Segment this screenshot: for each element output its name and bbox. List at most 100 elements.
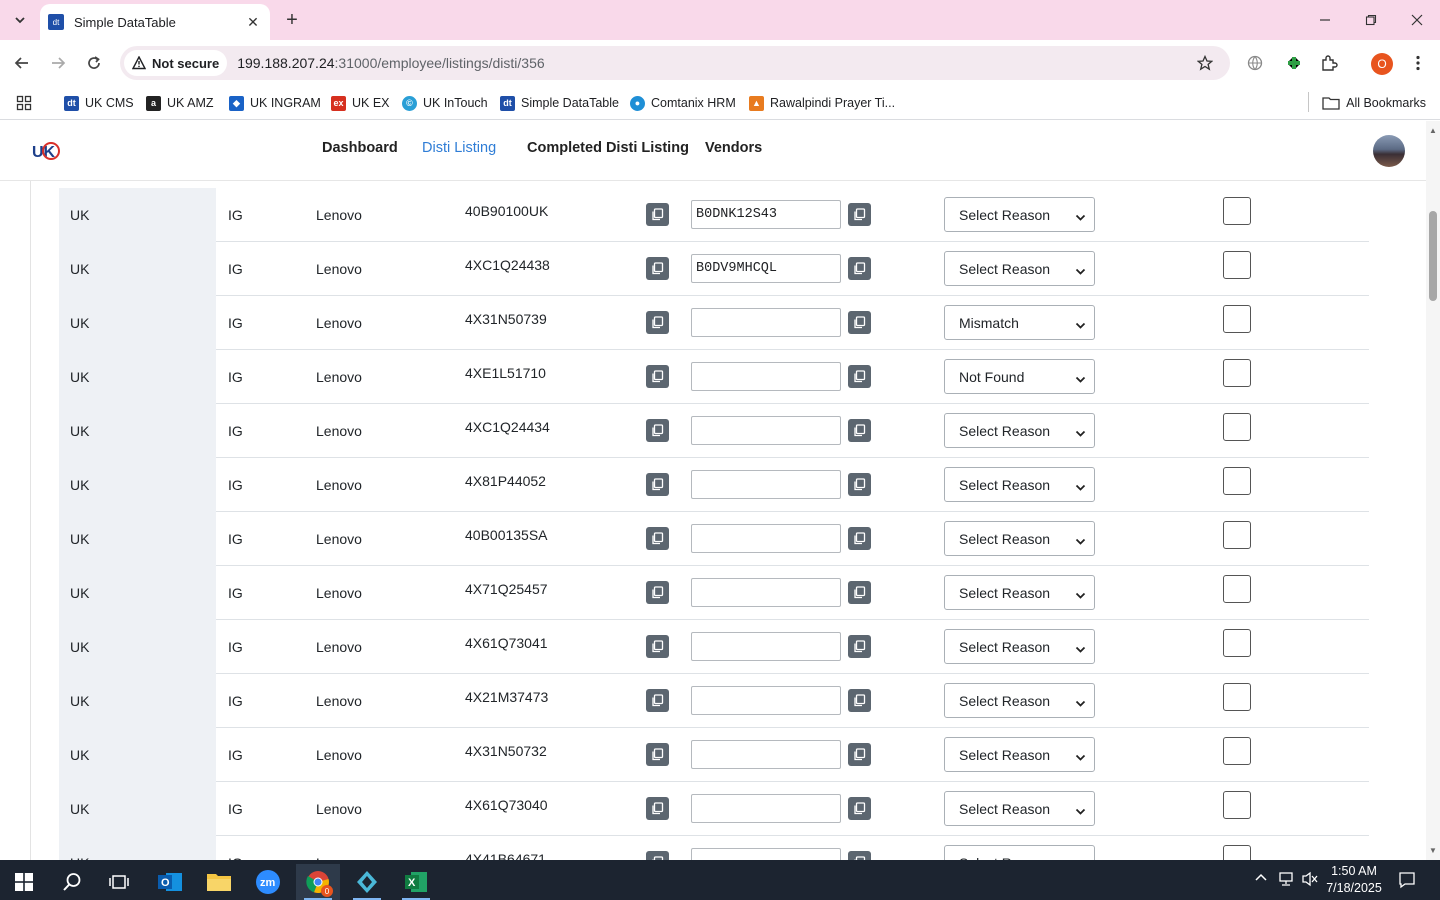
reason-select[interactable]: Select Reason [944,197,1095,232]
row-checkbox[interactable] [1223,359,1251,387]
reason-select[interactable]: Select Reason [944,521,1095,556]
notification-icon[interactable] [1398,871,1416,892]
reason-select[interactable]: Not Found [944,359,1095,394]
reason-select[interactable]: Select Reason [944,413,1095,448]
excel-icon[interactable]: X [394,864,438,900]
copy-sku-button[interactable] [646,419,669,442]
all-bookmarks[interactable]: All Bookmarks [1322,92,1426,114]
new-tab-button[interactable]: + [280,8,304,32]
bookmark-uk-ex[interactable]: ex UK EX [331,92,390,114]
volume-muted-icon[interactable] [1301,871,1319,890]
copy-asin-button[interactable] [848,581,871,604]
search-icon[interactable] [50,864,94,900]
reason-select[interactable]: Select Reason [944,467,1095,502]
reason-select[interactable]: Select Reason [944,683,1095,718]
zoom-icon[interactable]: zm [246,864,290,900]
bookmark-uk-intouch[interactable]: © UK InTouch [402,92,488,114]
reason-select[interactable]: Select Reason [944,575,1095,610]
asin-input[interactable] [691,416,841,445]
asin-input[interactable] [691,686,841,715]
outlook-icon[interactable]: O [148,864,192,900]
nav-disti-listing[interactable]: Disti Listing [422,140,496,156]
row-checkbox[interactable] [1223,251,1251,279]
uk-logo-icon[interactable]: UK [32,139,60,163]
show-hidden-icons-icon[interactable] [1254,871,1268,888]
copy-sku-button[interactable] [646,689,669,712]
file-explorer-icon[interactable] [197,864,241,900]
row-checkbox[interactable] [1223,521,1251,549]
copy-sku-button[interactable] [646,257,669,280]
row-checkbox[interactable] [1223,737,1251,765]
copy-sku-button[interactable] [646,581,669,604]
asin-input[interactable] [691,848,841,860]
copy-asin-button[interactable] [848,689,871,712]
copy-asin-button[interactable] [848,635,871,658]
copy-asin-button[interactable] [848,203,871,226]
asin-input[interactable] [691,470,841,499]
bookmark-uk-amz[interactable]: a UK AMZ [146,92,214,114]
copy-sku-button[interactable] [646,365,669,388]
nav-completed-disti-listing[interactable]: Completed Disti Listing [527,140,689,156]
close-tab-icon[interactable]: ✕ [244,13,262,31]
back-icon[interactable] [8,49,36,77]
row-checkbox[interactable] [1223,197,1251,225]
taskbar-clock[interactable]: 1:50 AM 7/18/2025 [1318,863,1390,897]
minimize-icon[interactable] [1313,8,1337,32]
copy-sku-button[interactable] [646,743,669,766]
reload-icon[interactable] [80,49,108,77]
chrome-icon[interactable]: 0 [296,864,340,900]
copy-asin-button[interactable] [848,311,871,334]
reason-select[interactable]: Select Reason [944,845,1095,860]
reason-select[interactable]: Select Reason [944,791,1095,826]
bookmark-uk-cms[interactable]: dt UK CMS [64,92,134,114]
asin-input[interactable] [691,200,841,229]
row-checkbox[interactable] [1223,305,1251,333]
bookmark-uk-ingram[interactable]: ◆ UK INGRAM [229,92,321,114]
site-security-chip[interactable]: Not secure [124,50,228,76]
browser-tab[interactable]: dt Simple DataTable ✕ [40,4,270,40]
extension-puzzle-green-icon[interactable] [1282,51,1306,75]
task-view-icon[interactable] [97,864,141,900]
reason-select[interactable]: Select Reason [944,251,1095,286]
forward-icon[interactable] [44,49,72,77]
copy-asin-button[interactable] [848,419,871,442]
asin-input[interactable] [691,740,841,769]
asin-input[interactable] [691,524,841,553]
user-avatar[interactable] [1373,135,1405,167]
copy-asin-button[interactable] [848,527,871,550]
scroll-thumb[interactable] [1429,211,1437,301]
row-checkbox[interactable] [1223,629,1251,657]
copy-asin-button[interactable] [848,473,871,496]
row-checkbox[interactable] [1223,791,1251,819]
asin-input[interactable] [691,632,841,661]
bookmark-comtanix-hrm[interactable]: ● Comtanix HRM [630,92,736,114]
bookmark-rawalpindi-prayer[interactable]: ▲ Rawalpindi Prayer Ti... [749,92,895,114]
copy-asin-button[interactable] [848,365,871,388]
asin-input[interactable] [691,254,841,283]
row-checkbox[interactable] [1223,683,1251,711]
copy-sku-button[interactable] [646,851,669,860]
reason-select[interactable]: Mismatch [944,305,1095,340]
translate-globe-icon[interactable] [1243,51,1267,75]
copy-sku-button[interactable] [646,473,669,496]
copy-asin-button[interactable] [848,257,871,280]
copy-asin-button[interactable] [848,743,871,766]
scroll-down-icon[interactable]: ▼ [1428,845,1438,855]
asin-input[interactable] [691,308,841,337]
row-checkbox[interactable] [1223,575,1251,603]
reason-select[interactable]: Select Reason [944,737,1095,772]
url-text[interactable]: 199.188.207.24:31000/employee/listings/d… [237,55,544,71]
row-checkbox[interactable] [1223,467,1251,495]
asin-input[interactable] [691,794,841,823]
row-checkbox[interactable] [1223,413,1251,441]
copy-sku-button[interactable] [646,797,669,820]
asin-input[interactable] [691,578,841,607]
nav-dashboard[interactable]: Dashboard [322,140,398,156]
copy-asin-button[interactable] [848,797,871,820]
close-window-icon[interactable] [1405,8,1429,32]
browser-menu-icon[interactable] [1406,51,1430,75]
copy-sku-button[interactable] [646,203,669,226]
asin-input[interactable] [691,362,841,391]
copy-sku-button[interactable] [646,635,669,658]
address-bar[interactable]: Not secure 199.188.207.24:31000/employee… [120,46,1230,80]
